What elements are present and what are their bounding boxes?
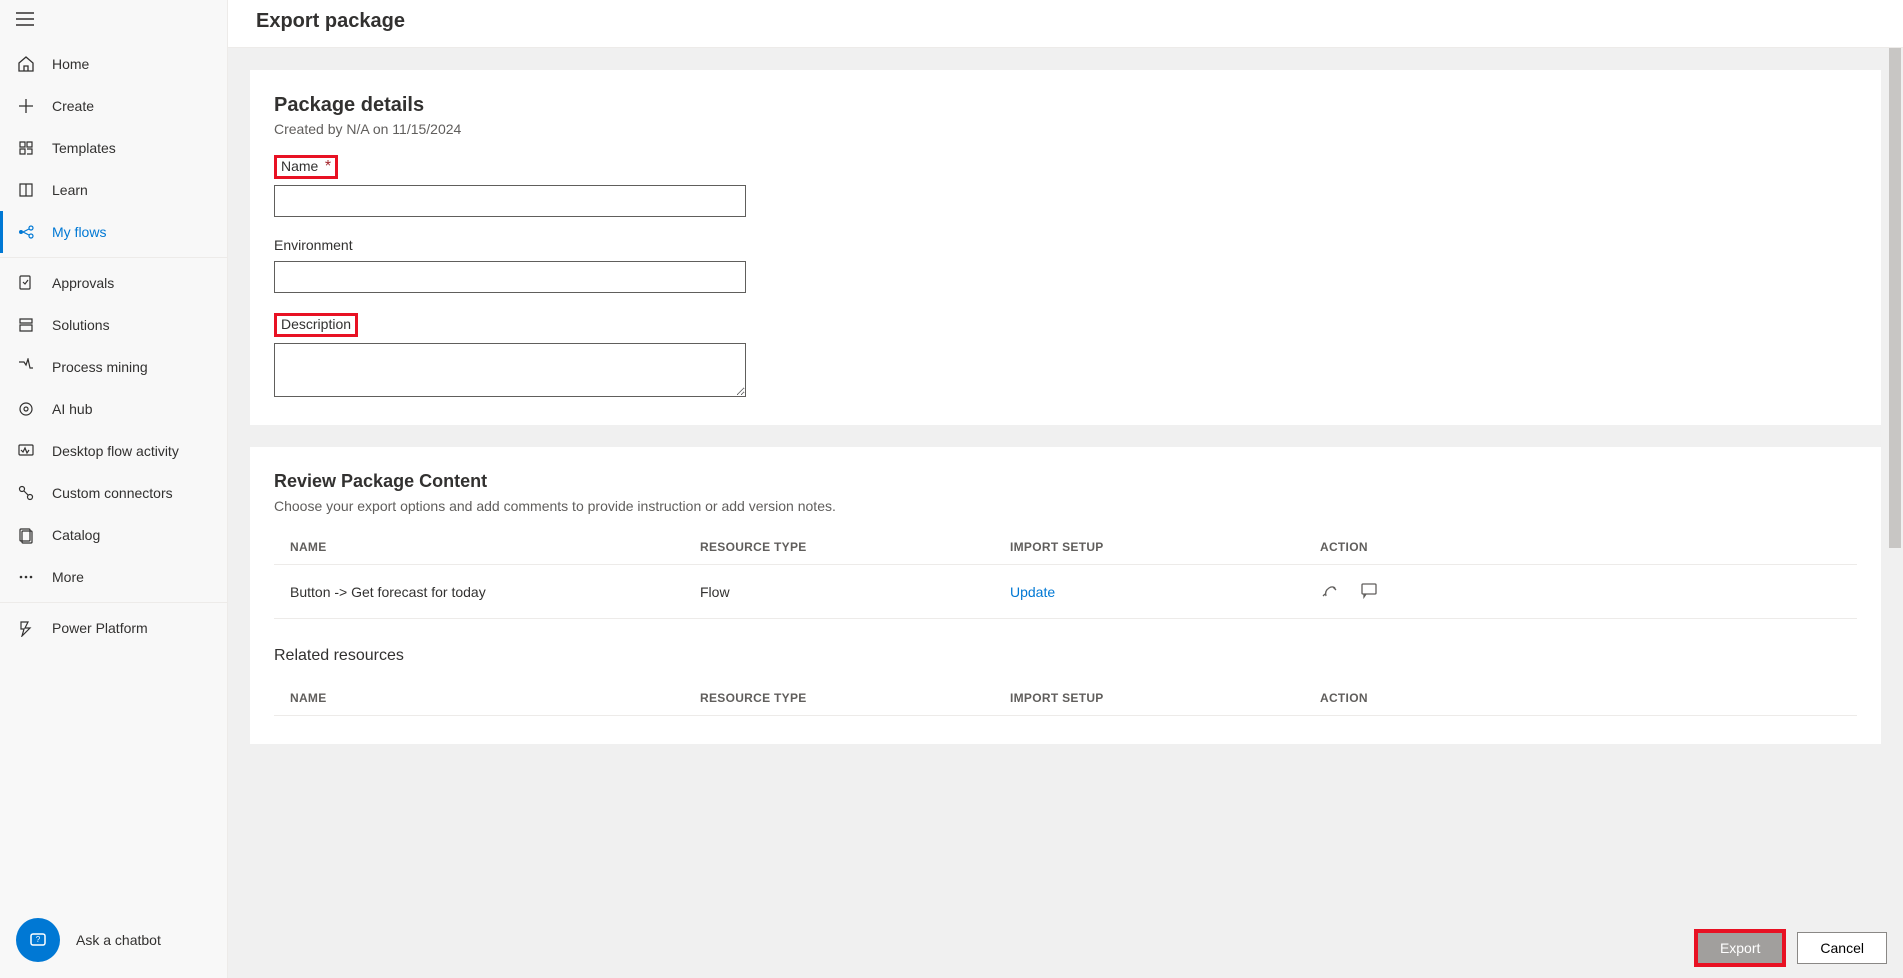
related-resource-table: NAME RESOURCE TYPE IMPORT SETUP ACTION bbox=[274, 681, 1857, 716]
resource-table: NAME RESOURCE TYPE IMPORT SETUP ACTION B… bbox=[274, 530, 1857, 619]
sidebar: Home Create Templates Learn My flows bbox=[0, 0, 228, 978]
nav-label: My flows bbox=[52, 224, 106, 240]
name-input[interactable] bbox=[274, 185, 746, 217]
page-title: Export package bbox=[256, 10, 1875, 33]
name-label: Name bbox=[281, 158, 318, 174]
hamburger-button[interactable] bbox=[0, 0, 227, 43]
main-content: Export package Package details Created b… bbox=[228, 0, 1903, 978]
related-resources-heading: Related resources bbox=[274, 647, 1857, 665]
home-icon bbox=[16, 54, 36, 74]
nav-home[interactable]: Home bbox=[0, 43, 227, 85]
nav-solutions[interactable]: Solutions bbox=[0, 304, 227, 346]
col-header-action: ACTION bbox=[1320, 540, 1857, 554]
book-icon bbox=[16, 180, 36, 200]
nav-more[interactable]: More bbox=[0, 556, 227, 598]
review-content-card: Review Package Content Choose your expor… bbox=[250, 447, 1881, 744]
row-name: Button -> Get forecast for today bbox=[290, 584, 700, 600]
col-header-action: ACTION bbox=[1320, 691, 1857, 705]
more-icon bbox=[16, 567, 36, 587]
nav-ai-hub[interactable]: AI hub bbox=[0, 388, 227, 430]
nav-label: Solutions bbox=[52, 317, 110, 333]
nav-desktop-flow[interactable]: Desktop flow activity bbox=[0, 430, 227, 472]
review-subtext: Choose your export options and add comme… bbox=[274, 498, 1857, 514]
col-header-setup: IMPORT SETUP bbox=[1010, 540, 1320, 554]
package-details-heading: Package details bbox=[274, 94, 1857, 117]
review-heading: Review Package Content bbox=[274, 471, 1857, 492]
svg-text:?: ? bbox=[36, 935, 41, 944]
table-row: Button -> Get forecast for today Flow Up… bbox=[274, 565, 1857, 619]
related-table-header-row: NAME RESOURCE TYPE IMPORT SETUP ACTION bbox=[274, 681, 1857, 716]
description-label: Description bbox=[281, 316, 351, 332]
col-header-name: NAME bbox=[290, 540, 700, 554]
col-header-setup: IMPORT SETUP bbox=[1010, 691, 1320, 705]
chatbot-button[interactable]: ? bbox=[16, 918, 60, 962]
ai-hub-icon bbox=[16, 399, 36, 419]
hamburger-icon bbox=[16, 12, 34, 26]
col-header-name: NAME bbox=[290, 691, 700, 705]
description-input[interactable] bbox=[274, 343, 746, 397]
nav-catalog[interactable]: Catalog bbox=[0, 514, 227, 556]
name-label-highlight: Name * bbox=[274, 155, 338, 179]
nav-label: Approvals bbox=[52, 275, 114, 291]
created-by-text: Created by N/A on 11/15/2024 bbox=[274, 121, 1857, 137]
nav-learn[interactable]: Learn bbox=[0, 169, 227, 211]
nav-my-flows[interactable]: My flows bbox=[0, 211, 227, 253]
scrollbar-thumb[interactable] bbox=[1889, 48, 1901, 548]
environment-input[interactable] bbox=[274, 261, 746, 293]
nav-label: Templates bbox=[52, 140, 116, 156]
desktop-flow-icon bbox=[16, 441, 36, 461]
nav-label: Create bbox=[52, 98, 94, 114]
nav-label: Learn bbox=[52, 182, 88, 198]
description-label-highlight: Description bbox=[274, 313, 358, 337]
nav-create[interactable]: Create bbox=[0, 85, 227, 127]
nav-approvals[interactable]: Approvals bbox=[0, 262, 227, 304]
plus-icon bbox=[16, 96, 36, 116]
nav-custom-connectors[interactable]: Custom connectors bbox=[0, 472, 227, 514]
environment-label: Environment bbox=[274, 237, 353, 253]
chatbot-label[interactable]: Ask a chatbot bbox=[76, 932, 161, 948]
required-asterisk: * bbox=[325, 158, 331, 175]
nav-power-platform[interactable]: Power Platform bbox=[0, 607, 227, 649]
nav-label: More bbox=[52, 569, 84, 585]
approvals-icon bbox=[16, 273, 36, 293]
comment-action-icon[interactable] bbox=[1360, 581, 1378, 602]
table-header-row: NAME RESOURCE TYPE IMPORT SETUP ACTION bbox=[274, 530, 1857, 565]
chatbot-icon: ? bbox=[27, 929, 49, 951]
connectors-icon bbox=[16, 483, 36, 503]
nav-label: Process mining bbox=[52, 359, 148, 375]
row-type: Flow bbox=[700, 584, 1010, 600]
nav-templates[interactable]: Templates bbox=[0, 127, 227, 169]
import-setup-link[interactable]: Update bbox=[1010, 584, 1055, 600]
page-header: Export package bbox=[228, 0, 1903, 48]
col-header-type: RESOURCE TYPE bbox=[700, 540, 1010, 554]
nav-label: Home bbox=[52, 56, 89, 72]
package-details-card: Package details Created by N/A on 11/15/… bbox=[250, 70, 1881, 425]
nav-label: AI hub bbox=[52, 401, 92, 417]
templates-icon bbox=[16, 138, 36, 158]
cancel-button[interactable]: Cancel bbox=[1797, 932, 1887, 964]
nav-label: Desktop flow activity bbox=[52, 443, 179, 459]
power-platform-icon bbox=[16, 618, 36, 638]
process-mining-icon bbox=[16, 357, 36, 377]
footer-actions: Export Cancel bbox=[228, 918, 1887, 978]
nav-label: Custom connectors bbox=[52, 485, 173, 501]
col-header-type: RESOURCE TYPE bbox=[700, 691, 1010, 705]
edit-action-icon[interactable] bbox=[1320, 581, 1338, 602]
nav-label: Catalog bbox=[52, 527, 100, 543]
nav-divider bbox=[0, 257, 227, 258]
export-button[interactable]: Export bbox=[1697, 932, 1783, 964]
nav-divider bbox=[0, 602, 227, 603]
scrollbar[interactable] bbox=[1887, 48, 1903, 978]
nav-process-mining[interactable]: Process mining bbox=[0, 346, 227, 388]
nav-label: Power Platform bbox=[52, 620, 148, 636]
flows-icon bbox=[16, 222, 36, 242]
catalog-icon bbox=[16, 525, 36, 545]
solutions-icon bbox=[16, 315, 36, 335]
